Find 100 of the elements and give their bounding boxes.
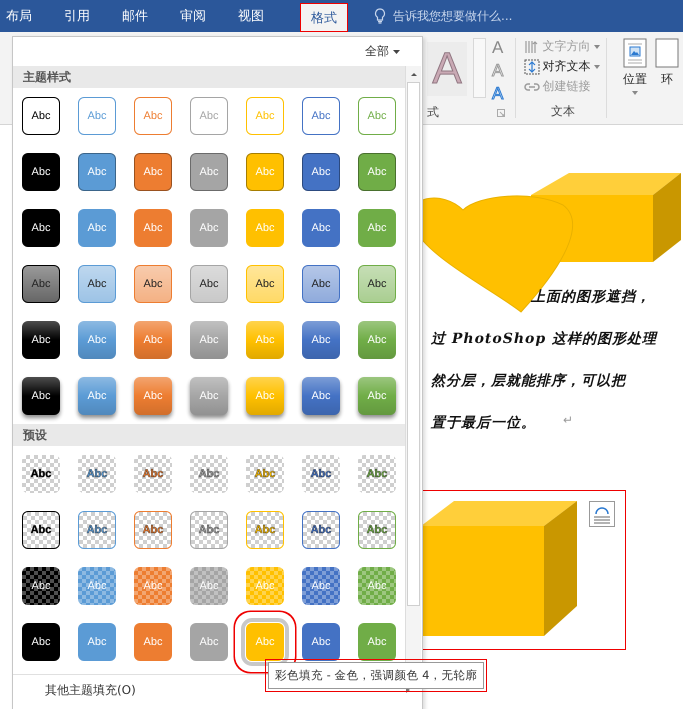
style-swatch[interactable]: Abc <box>246 377 284 415</box>
style-swatch[interactable]: Abc <box>246 567 284 605</box>
style-swatch[interactable]: Abc <box>78 623 116 661</box>
style-swatch[interactable]: Abc <box>358 377 396 415</box>
style-swatch[interactable]: Abc <box>78 209 116 247</box>
style-swatch[interactable]: Abc <box>358 455 396 493</box>
style-swatch[interactable]: Abc <box>134 265 172 303</box>
style-swatch[interactable]: Abc <box>190 377 228 415</box>
style-swatch[interactable]: Abc <box>358 97 396 135</box>
style-swatch[interactable]: Abc <box>78 511 116 549</box>
style-swatch[interactable]: Abc <box>134 623 172 661</box>
style-swatch[interactable]: Abc <box>22 455 60 493</box>
paragraph-mark: ↵ <box>563 413 574 427</box>
style-swatch[interactable]: Abc <box>358 623 396 661</box>
style-swatch[interactable]: Abc <box>302 153 340 191</box>
style-swatch[interactable]: Abc <box>358 567 396 605</box>
group-title: 文本 <box>550 103 575 120</box>
style-swatch[interactable]: Abc <box>190 321 228 359</box>
menu-item[interactable]: 其他主题填充(O) <box>45 682 136 698</box>
style-swatch[interactable]: Abc <box>246 265 284 303</box>
ribbon-tab[interactable]: 邮件 <box>118 0 162 32</box>
style-swatch[interactable]: Abc <box>78 321 116 359</box>
style-swatch[interactable]: Abc <box>78 567 116 605</box>
style-swatch[interactable]: Abc <box>134 567 172 605</box>
text-style-button[interactable]: A <box>492 84 504 104</box>
style-swatch[interactable]: Abc <box>134 377 172 415</box>
style-swatch[interactable]: Abc <box>302 209 340 247</box>
ribbon-button[interactable]: 对齐文本 <box>524 58 602 75</box>
text-style-button[interactable]: A <box>492 61 504 81</box>
style-swatch[interactable]: Abc <box>134 455 172 493</box>
ribbon-tab[interactable]: 格式 <box>300 3 348 32</box>
style-swatch[interactable]: Abc <box>134 209 172 247</box>
tell-me-field[interactable]: 告诉我您想要做什么... <box>391 8 535 24</box>
page-picture-icon <box>623 38 647 68</box>
ribbon-tab[interactable]: 视图 <box>234 0 278 32</box>
style-swatch[interactable]: Abc <box>358 265 396 303</box>
style-swatch[interactable]: Abc <box>302 377 340 415</box>
body-text: 置于最后一位。 <box>431 414 536 433</box>
style-swatch[interactable]: Abc <box>246 623 284 661</box>
style-swatch[interactable]: Abc <box>302 97 340 135</box>
style-swatch[interactable]: Abc <box>190 455 228 493</box>
style-swatch[interactable]: Abc <box>190 623 228 661</box>
ribbon-tab[interactable]: 引用 <box>60 0 104 32</box>
text-style-button[interactable]: A <box>492 38 504 58</box>
align-icon <box>524 58 540 74</box>
tooltip: 彩色填充 - 金色，强调颜色 4，无轮廓 <box>268 662 484 689</box>
body-text: 过 PhotoShop 这样的图形处理 <box>431 330 658 349</box>
style-swatch[interactable]: Abc <box>22 377 60 415</box>
style-swatch[interactable]: Abc <box>358 209 396 247</box>
wrap-text-button[interactable]: 环 <box>651 32 683 124</box>
style-swatch[interactable]: Abc <box>78 455 116 493</box>
style-swatch[interactable]: Abc <box>246 97 284 135</box>
caret-icon <box>632 91 638 95</box>
style-swatch[interactable]: Abc <box>22 567 60 605</box>
style-swatch[interactable]: Abc <box>246 153 284 191</box>
wordart-preview[interactable]: A <box>427 42 467 96</box>
style-swatch[interactable]: Abc <box>134 321 172 359</box>
style-swatch[interactable]: Abc <box>22 153 60 191</box>
filter-dropdown[interactable]: 全部 <box>359 42 406 61</box>
position-button[interactable]: 位置 <box>619 32 651 124</box>
ribbon-tab[interactable]: 审阅 <box>176 0 220 32</box>
layout-options-icon[interactable] <box>589 501 615 527</box>
style-swatch[interactable]: Abc <box>22 623 60 661</box>
style-swatch[interactable]: Abc <box>302 455 340 493</box>
style-swatch[interactable]: Abc <box>302 511 340 549</box>
style-swatch[interactable]: Abc <box>22 511 60 549</box>
style-swatch[interactable]: Abc <box>22 97 60 135</box>
style-swatch[interactable]: Abc <box>190 511 228 549</box>
style-swatch[interactable]: Abc <box>190 153 228 191</box>
style-swatch[interactable]: Abc <box>246 321 284 359</box>
style-swatch[interactable]: Abc <box>358 153 396 191</box>
style-swatch[interactable]: Abc <box>190 265 228 303</box>
section-header: 预设 <box>13 424 405 446</box>
style-swatch[interactable]: Abc <box>302 567 340 605</box>
style-swatch[interactable]: Abc <box>302 321 340 359</box>
group-title: 式 <box>427 104 439 121</box>
style-swatch[interactable]: Abc <box>78 153 116 191</box>
style-swatch[interactable]: Abc <box>78 377 116 415</box>
style-swatch[interactable]: Abc <box>78 265 116 303</box>
style-swatch[interactable]: Abc <box>22 265 60 303</box>
style-swatch[interactable]: Abc <box>22 321 60 359</box>
style-swatch[interactable]: Abc <box>78 97 116 135</box>
ribbon-tab[interactable]: 布局 <box>2 0 46 32</box>
style-swatch[interactable]: Abc <box>246 209 284 247</box>
style-swatch[interactable]: Abc <box>190 97 228 135</box>
lightbulb-icon <box>374 8 386 24</box>
style-swatch[interactable]: Abc <box>22 209 60 247</box>
caret-icon <box>594 44 600 48</box>
style-swatch[interactable]: Abc <box>302 265 340 303</box>
style-swatch[interactable]: Abc <box>358 511 396 549</box>
dialog-launcher-icon[interactable] <box>496 108 505 116</box>
style-swatch[interactable]: Abc <box>190 567 228 605</box>
style-swatch[interactable]: Abc <box>134 153 172 191</box>
style-swatch[interactable]: Abc <box>134 97 172 135</box>
style-swatch[interactable]: Abc <box>190 209 228 247</box>
style-swatch[interactable]: Abc <box>134 511 172 549</box>
gallery-scroll-bar[interactable] <box>473 38 486 98</box>
style-swatch[interactable]: Abc <box>302 623 340 661</box>
text-direction-icon <box>524 38 540 54</box>
style-swatch[interactable]: Abc <box>358 321 396 359</box>
